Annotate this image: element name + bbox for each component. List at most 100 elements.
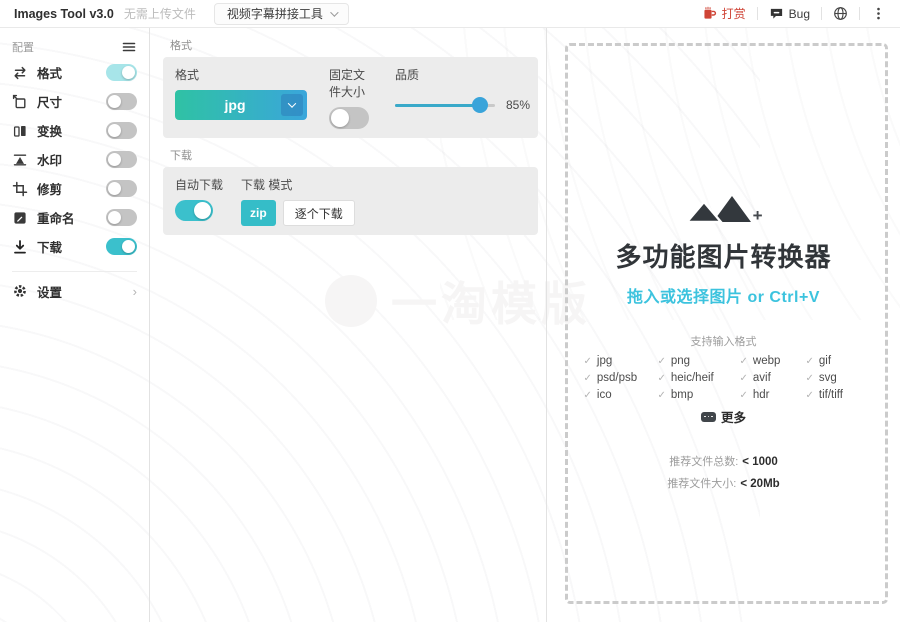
sidebar-items: 格式 尺寸 变换 水印 修剪 [12, 58, 137, 261]
sidebar-item-size[interactable]: 尺寸 [12, 87, 137, 116]
check-icon: ✓ [740, 390, 748, 401]
format-item: ✓ ico [584, 389, 658, 401]
config-title: 配置 [12, 39, 34, 55]
supported-formats-grid: ✓ jpg ✓ png ✓ webp ✓ gif ✓ psd/psb [584, 355, 864, 401]
ellipsis-icon [701, 412, 716, 422]
sidebar-item-label: 变换 [37, 121, 62, 140]
quality-slider[interactable] [395, 104, 495, 107]
format-item-label: heic/heif [671, 372, 714, 384]
resize-icon [12, 94, 28, 110]
overflow-menu-button[interactable] [871, 6, 886, 21]
fixed-size-group: 固定文件大小 [329, 66, 369, 129]
toggle-switch[interactable] [106, 93, 137, 110]
format-item-label: psd/psb [597, 372, 637, 384]
speech-bubble-icon [769, 6, 784, 21]
globe-icon [833, 6, 848, 21]
app-tagline: 无需上传文件 [124, 5, 196, 22]
dropzone-panel: + 多功能图片转换器 拖入或选择图片 or Ctrl+V 支持输入格式 ✓ jp… [547, 28, 900, 622]
recommend-size-value: < 20Mb [740, 478, 779, 490]
format-item: ✓ tif/tiff [806, 389, 864, 401]
format-item: ✓ psd/psb [584, 372, 658, 384]
mug-icon [702, 6, 717, 21]
download-mode-group: 下载 模式 zip 逐个下载 [241, 176, 355, 226]
toggle-switch[interactable] [106, 64, 137, 81]
format-field-label: 格式 [175, 66, 307, 83]
sidebar-item-watermark[interactable]: 水印 [12, 145, 137, 174]
header-bar: Images Tool v3.0 无需上传文件 视频字幕拼接工具 打赏 Bug [0, 0, 900, 28]
download-section-title: 下载 [170, 147, 538, 163]
format-item-label: ico [597, 389, 612, 401]
divider [757, 7, 758, 20]
divider [12, 271, 137, 272]
toggle-switch[interactable] [106, 122, 137, 139]
quality-value: 85% [506, 98, 530, 112]
format-item-label: avif [753, 372, 771, 384]
sidebar-item-download[interactable]: 下载 [12, 232, 137, 261]
format-item-label: png [671, 355, 690, 367]
fixed-size-toggle[interactable] [329, 107, 369, 129]
dropzone-title: 多功能图片转换器 [615, 237, 831, 274]
chevron-down-icon [281, 94, 303, 116]
donate-button[interactable]: 打赏 [702, 5, 746, 22]
format-item-label: tif/tiff [819, 389, 843, 401]
gear-icon [12, 283, 28, 299]
quality-slider-knob[interactable] [472, 97, 488, 113]
sidebar-item-label: 水印 [37, 150, 62, 169]
format-item-label: webp [753, 355, 781, 367]
divider [859, 7, 860, 20]
sidebar-item-trim[interactable]: 修剪 [12, 174, 137, 203]
watermark-icon [12, 152, 28, 168]
sidebar-item-label: 修剪 [37, 179, 62, 198]
sidebar-item-transform[interactable]: 变换 [12, 116, 137, 145]
format-item-label: bmp [671, 389, 693, 401]
format-item: ✓ heic/heif [658, 372, 740, 384]
download-mode-row: zip 逐个下载 [241, 200, 355, 226]
sidebar-item-settings[interactable]: 设置 › [12, 276, 137, 306]
sidebar-item-format[interactable]: 格式 [12, 58, 137, 87]
format-item: ✓ svg [806, 372, 864, 384]
toggle-switch[interactable] [106, 238, 137, 255]
tool-switcher-button[interactable]: 视频字幕拼接工具 [214, 3, 349, 25]
mode-zip-button[interactable]: zip [241, 200, 276, 226]
download-mode-label: 下载 模式 [241, 176, 355, 193]
check-icon: ✓ [740, 356, 748, 367]
image-upload-icon: + [685, 186, 763, 224]
chevron-down-icon [330, 8, 338, 16]
sidebar-item-rename[interactable]: 重命名 [12, 203, 137, 232]
format-item-label: hdr [753, 389, 770, 401]
format-dropdown-value: jpg [225, 97, 246, 113]
bug-report-button[interactable]: Bug [769, 6, 810, 21]
format-dropdown[interactable]: jpg [175, 90, 307, 120]
check-icon: ✓ [806, 390, 814, 401]
language-button[interactable] [833, 6, 848, 21]
toggle-switch[interactable] [106, 180, 137, 197]
config-header: 配置 [12, 36, 137, 58]
mode-each-button[interactable]: 逐个下载 [283, 200, 355, 226]
settings-label: 设置 [37, 282, 62, 301]
check-icon: ✓ [806, 356, 814, 367]
header-actions: 打赏 Bug [702, 5, 886, 22]
toggle-switch[interactable] [106, 209, 137, 226]
donate-label: 打赏 [722, 5, 746, 22]
recommend-total-line: 推荐文件总数: < 1000 [669, 453, 778, 469]
recommend-total-value: < 1000 [742, 456, 778, 468]
quality-group: 品质 85% [395, 66, 530, 129]
check-icon: ✓ [584, 373, 592, 384]
format-item: ✓ jpg [584, 355, 658, 367]
toggle-switch[interactable] [106, 151, 137, 168]
sidebar-item-label: 下载 [37, 237, 62, 256]
check-icon: ✓ [658, 390, 666, 401]
app-window: Images Tool v3.0 无需上传文件 视频字幕拼接工具 打赏 Bug [0, 0, 900, 622]
auto-download-toggle[interactable] [175, 200, 213, 221]
hamburger-icon[interactable] [121, 39, 137, 55]
format-section-title: 格式 [170, 37, 538, 53]
format-card: 格式 jpg 固定文件大小 品质 85% [163, 57, 538, 138]
transform-icon [12, 123, 28, 139]
format-item: ✓ png [658, 355, 740, 367]
fixed-size-label: 固定文件大小 [329, 66, 369, 100]
download-card: 自动下载 下载 模式 zip 逐个下载 [163, 167, 538, 235]
recommend-size-label: 推荐文件大小: [667, 475, 736, 491]
dropzone-subtitle: 拖入或选择图片 or Ctrl+V [627, 283, 820, 307]
sidebar-item-label: 尺寸 [37, 92, 62, 111]
more-formats-button[interactable]: 更多 [701, 407, 746, 426]
